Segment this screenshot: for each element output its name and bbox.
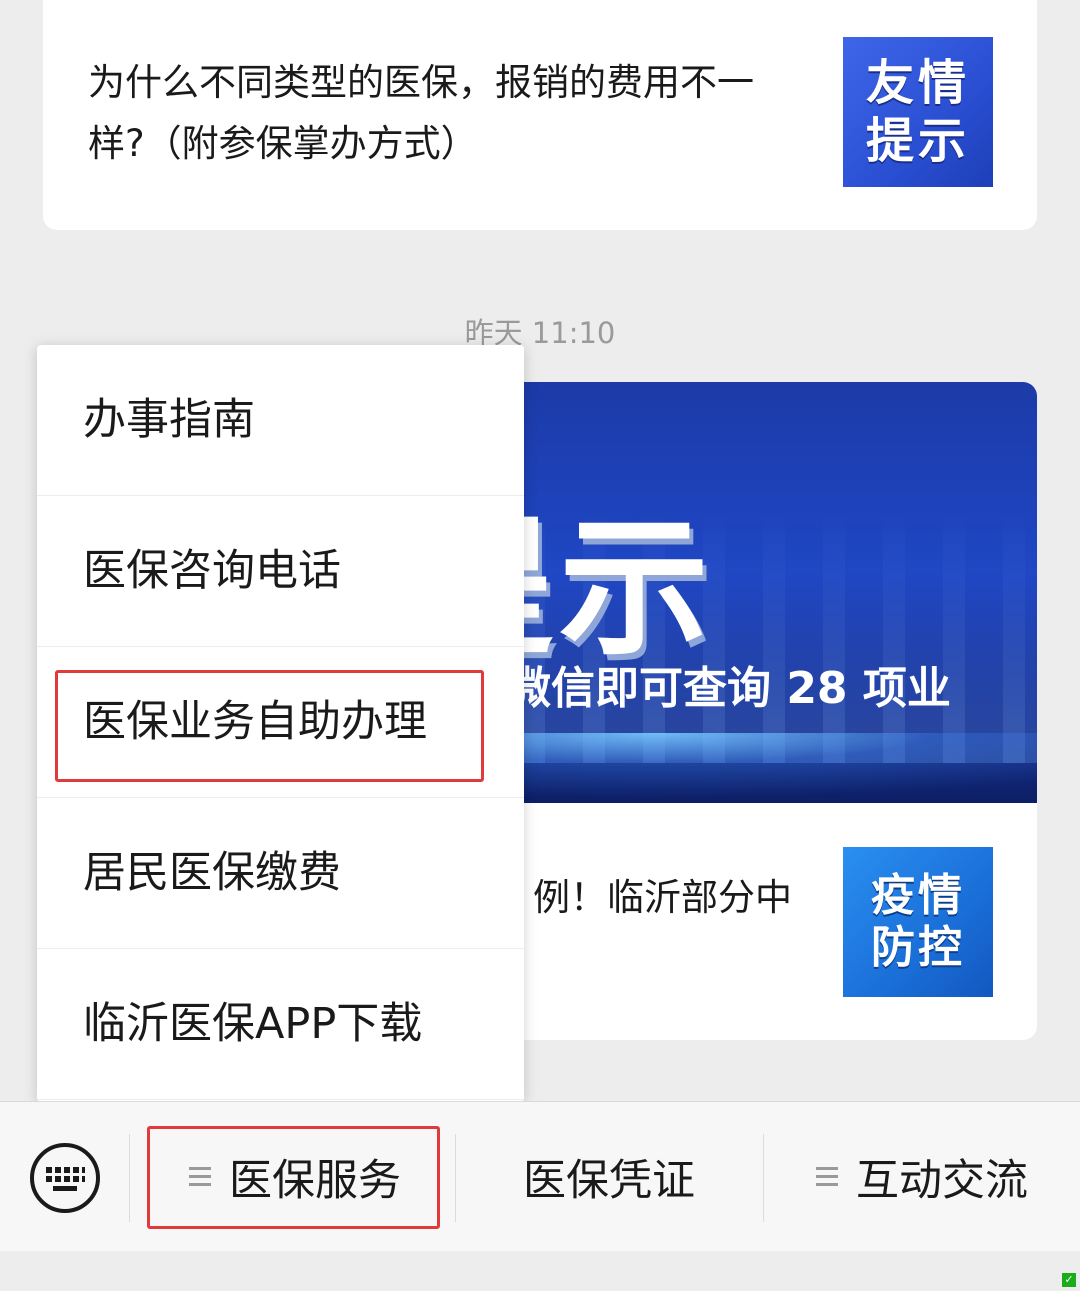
article-card-top[interactable]: 为什么不同类型的医保，报销的费用不一样?（附参保掌办方式） 友情提示 bbox=[43, 0, 1037, 230]
thumbnail-text: 友情提示 bbox=[865, 55, 970, 169]
cover-subtitle: 机微信即可查询 28 项业 bbox=[463, 663, 951, 714]
tab-interactive-communication[interactable]: 互动交流 bbox=[764, 1102, 1080, 1252]
menu-lines-icon bbox=[816, 1167, 838, 1187]
sub-thumbnail-text: 疫情防控 bbox=[871, 870, 965, 973]
tab-label: 互动交流 bbox=[856, 1156, 1028, 1206]
sub-article-thumbnail: 疫情防控 bbox=[843, 847, 993, 997]
service-popup-menu: 办事指南 医保咨询电话 医保业务自助办理 居民医保缴费 临沂医保APP下载 bbox=[37, 345, 524, 1102]
menu-item-label: 办事指南 bbox=[83, 395, 255, 445]
bottom-safe-area: ✓ bbox=[0, 1251, 1080, 1291]
bottom-menu-bar: 医保服务 医保凭证 互动交流 bbox=[0, 1101, 1080, 1252]
menu-highlight-annotation bbox=[55, 670, 484, 782]
menu-item-guide[interactable]: 办事指南 bbox=[37, 345, 524, 496]
menu-item-hotline[interactable]: 医保咨询电话 bbox=[37, 496, 524, 647]
menu-item-label: 居民医保缴费 bbox=[83, 848, 341, 898]
menu-item-app-download[interactable]: 临沂医保APP下载 bbox=[37, 949, 524, 1100]
keyboard-icon[interactable] bbox=[29, 1142, 101, 1214]
article-thumbnail: 友情提示 bbox=[843, 37, 993, 187]
menu-item-label: 医保咨询电话 bbox=[83, 546, 341, 596]
article-title: 为什么不同类型的医保，报销的费用不一样?（附参保掌办方式） bbox=[88, 61, 754, 165]
corner-badge-icon: ✓ bbox=[1062, 1273, 1076, 1287]
tab-label: 医保凭证 bbox=[523, 1156, 695, 1206]
sub-article-title-text: 例！临沂部分中 bbox=[533, 876, 792, 919]
menu-item-label: 临沂医保APP下载 bbox=[83, 999, 423, 1049]
tab-highlight-annotation bbox=[147, 1126, 440, 1229]
menu-item-resident-payment[interactable]: 居民医保缴费 bbox=[37, 798, 524, 949]
tab-medical-insurance-voucher[interactable]: 医保凭证 bbox=[456, 1102, 762, 1252]
tab-divider bbox=[129, 1134, 130, 1222]
